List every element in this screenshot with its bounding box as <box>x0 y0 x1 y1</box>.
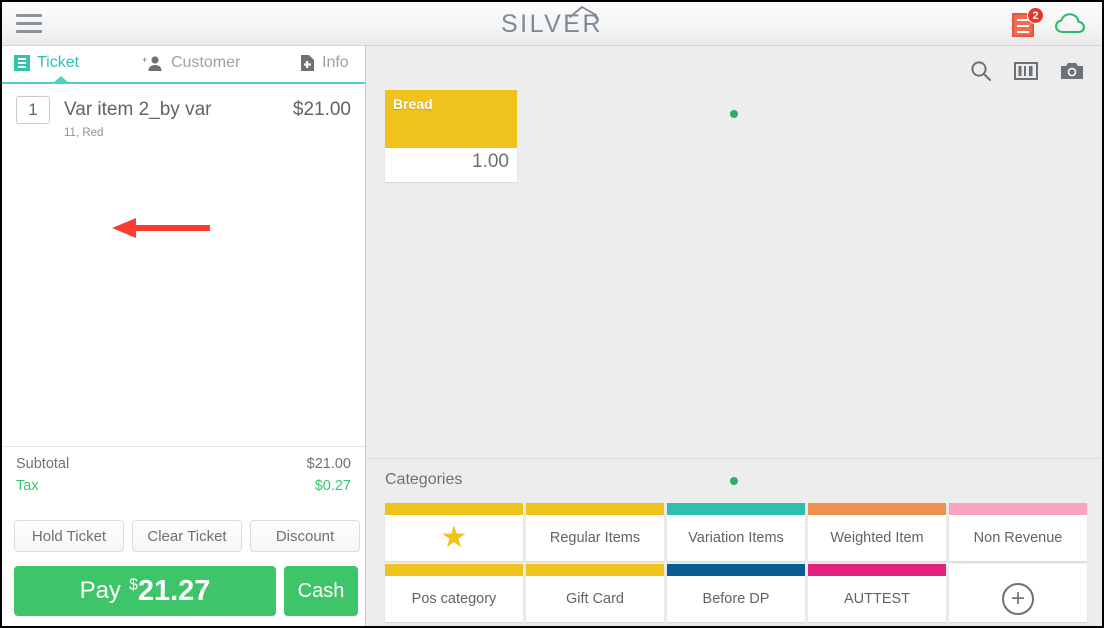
hold-ticket-button[interactable]: Hold Ticket <box>14 520 124 552</box>
category-tile-non-revenue[interactable]: Non Revenue <box>949 503 1087 561</box>
item-tile-header: Bread <box>385 90 517 148</box>
active-tab-indicator <box>52 76 70 84</box>
categories-section: Categories ★ Regular Items Variation Ite… <box>367 458 1102 626</box>
category-label: + <box>949 576 1087 622</box>
line-item-row: 1 Var item 2_by var $21.00 <box>16 96 351 124</box>
item-page-indicator <box>730 110 738 118</box>
pay-amount-wrap: $21.27 <box>129 575 210 608</box>
camera-icon[interactable] <box>1060 61 1084 81</box>
tax-label: Tax <box>16 478 39 494</box>
ticket-panel: Ticket + Customer Info 1 Var item 2_by v… <box>2 46 366 626</box>
cash-button[interactable]: Cash <box>284 566 358 616</box>
category-label: Variation Items <box>688 530 784 546</box>
add-person-icon: + <box>142 55 162 71</box>
line-item-price: $21.00 <box>292 99 351 120</box>
category-label: Gift Card <box>565 591 624 607</box>
catalog-toolbar <box>970 60 1084 82</box>
category-tile-variation-items[interactable]: Variation Items <box>667 503 805 561</box>
category-color-bar <box>808 564 946 576</box>
clear-ticket-button[interactable]: Clear Ticket <box>132 520 242 552</box>
top-bar-actions: 2 <box>1012 7 1086 38</box>
logo-text-wrap: SILVER <box>500 5 604 39</box>
cloud-sync-icon[interactable] <box>1054 11 1086 37</box>
tab-ticket-label: Ticket <box>37 54 80 71</box>
categories-title: Categories <box>385 471 463 488</box>
item-tile-price: 1.00 <box>385 148 517 182</box>
pay-label: Pay <box>79 577 121 604</box>
line-item-name: Var item 2_by var <box>64 99 212 120</box>
category-tile-regular-items[interactable]: Regular Items <box>526 503 664 561</box>
roof-icon <box>569 5 597 19</box>
subtotal-value: $21.00 <box>306 456 351 472</box>
tax-row: Tax $0.27 <box>16 478 351 494</box>
tax-value: $0.27 <box>314 478 351 494</box>
annotation-arrow-icon <box>112 218 210 238</box>
tab-customer-label: Customer <box>171 54 241 71</box>
item-tile[interactable]: Bread 1.00 <box>385 90 517 182</box>
receipt-icon <box>14 55 30 71</box>
category-color-bar <box>667 564 805 576</box>
svg-text:+: + <box>142 55 147 65</box>
discount-button[interactable]: Discount <box>250 520 360 552</box>
category-color-bar <box>949 503 1087 515</box>
category-label: Non Revenue <box>973 530 1063 546</box>
tab-customer[interactable]: + Customer <box>142 54 240 72</box>
line-item-quantity[interactable]: 1 <box>16 96 50 124</box>
star-icon: ★ <box>440 521 468 554</box>
category-label: Before DP <box>702 591 770 607</box>
ticket-tab-bar: Ticket + Customer Info <box>2 46 365 84</box>
item-grid: Bread 1.00 <box>385 90 517 182</box>
category-page-indicator <box>730 477 738 485</box>
plus-circle-icon: + <box>1002 583 1034 615</box>
category-color-bar <box>385 564 523 576</box>
pay-button[interactable]: Pay $21.27 <box>14 566 276 616</box>
category-color-bar <box>808 503 946 515</box>
category-tile-before-dp[interactable]: Before DP <box>667 564 805 622</box>
category-tile-gift-card[interactable]: Gift Card <box>526 564 664 622</box>
category-tile-weighted-item[interactable]: Weighted Item <box>808 503 946 561</box>
category-label: Pos category <box>411 591 497 607</box>
payment-actions: Pay $21.27 Cash <box>14 566 358 616</box>
pos-app-window: SILVER 2 Ticket + Customer Info 1 Var it… <box>0 0 1104 628</box>
ticket-totals: Subtotal $21.00 Tax $0.27 <box>2 446 365 500</box>
tab-info[interactable]: Info <box>300 54 349 72</box>
hamburger-menu-icon[interactable] <box>16 14 42 34</box>
category-label: Weighted Item <box>830 530 924 546</box>
ticket-actions: Hold Ticket Clear Ticket Discount <box>14 520 360 552</box>
search-icon[interactable] <box>970 60 992 82</box>
category-label: ★ <box>385 515 523 561</box>
open-tickets-icon[interactable]: 2 <box>1012 7 1044 38</box>
category-color-bar <box>949 564 1087 576</box>
top-app-bar: SILVER 2 <box>2 2 1102 46</box>
category-grid: ★ Regular Items Variation Items Weighted… <box>385 503 1087 622</box>
pay-amount: 21.27 <box>137 574 211 607</box>
app-logo: SILVER <box>2 2 1102 46</box>
subtotal-row: Subtotal $21.00 <box>16 456 351 472</box>
pay-currency: $ <box>128 575 138 593</box>
ticket-line-item[interactable]: 1 Var item 2_by var $21.00 11, Red <box>2 84 365 143</box>
category-color-bar <box>667 503 805 515</box>
category-tile-add-new[interactable]: + <box>949 564 1087 622</box>
category-label: AUTTEST <box>843 591 911 607</box>
category-color-bar <box>385 503 523 515</box>
ticket-line-items: 1 Var item 2_by var $21.00 11, Red <box>2 84 365 440</box>
category-tile-auttest[interactable]: AUTTEST <box>808 564 946 622</box>
open-tickets-badge: 2 <box>1027 7 1044 24</box>
line-item-modifiers: 11, Red <box>64 127 104 139</box>
tab-info-label: Info <box>322 54 349 71</box>
logo-label: SILVER <box>500 9 604 38</box>
category-color-bar <box>526 503 664 515</box>
category-color-bar <box>526 564 664 576</box>
tab-ticket[interactable]: Ticket <box>14 54 79 72</box>
catalog-panel: Bread 1.00 Categories ★ Regular Items Va… <box>367 46 1102 626</box>
document-add-icon <box>301 55 314 71</box>
category-label: Regular Items <box>549 530 641 546</box>
barcode-icon[interactable] <box>1014 61 1038 81</box>
subtotal-label: Subtotal <box>16 456 70 472</box>
category-tile-pos-category[interactable]: Pos category <box>385 564 523 622</box>
category-tile-favorites[interactable]: ★ <box>385 503 523 561</box>
